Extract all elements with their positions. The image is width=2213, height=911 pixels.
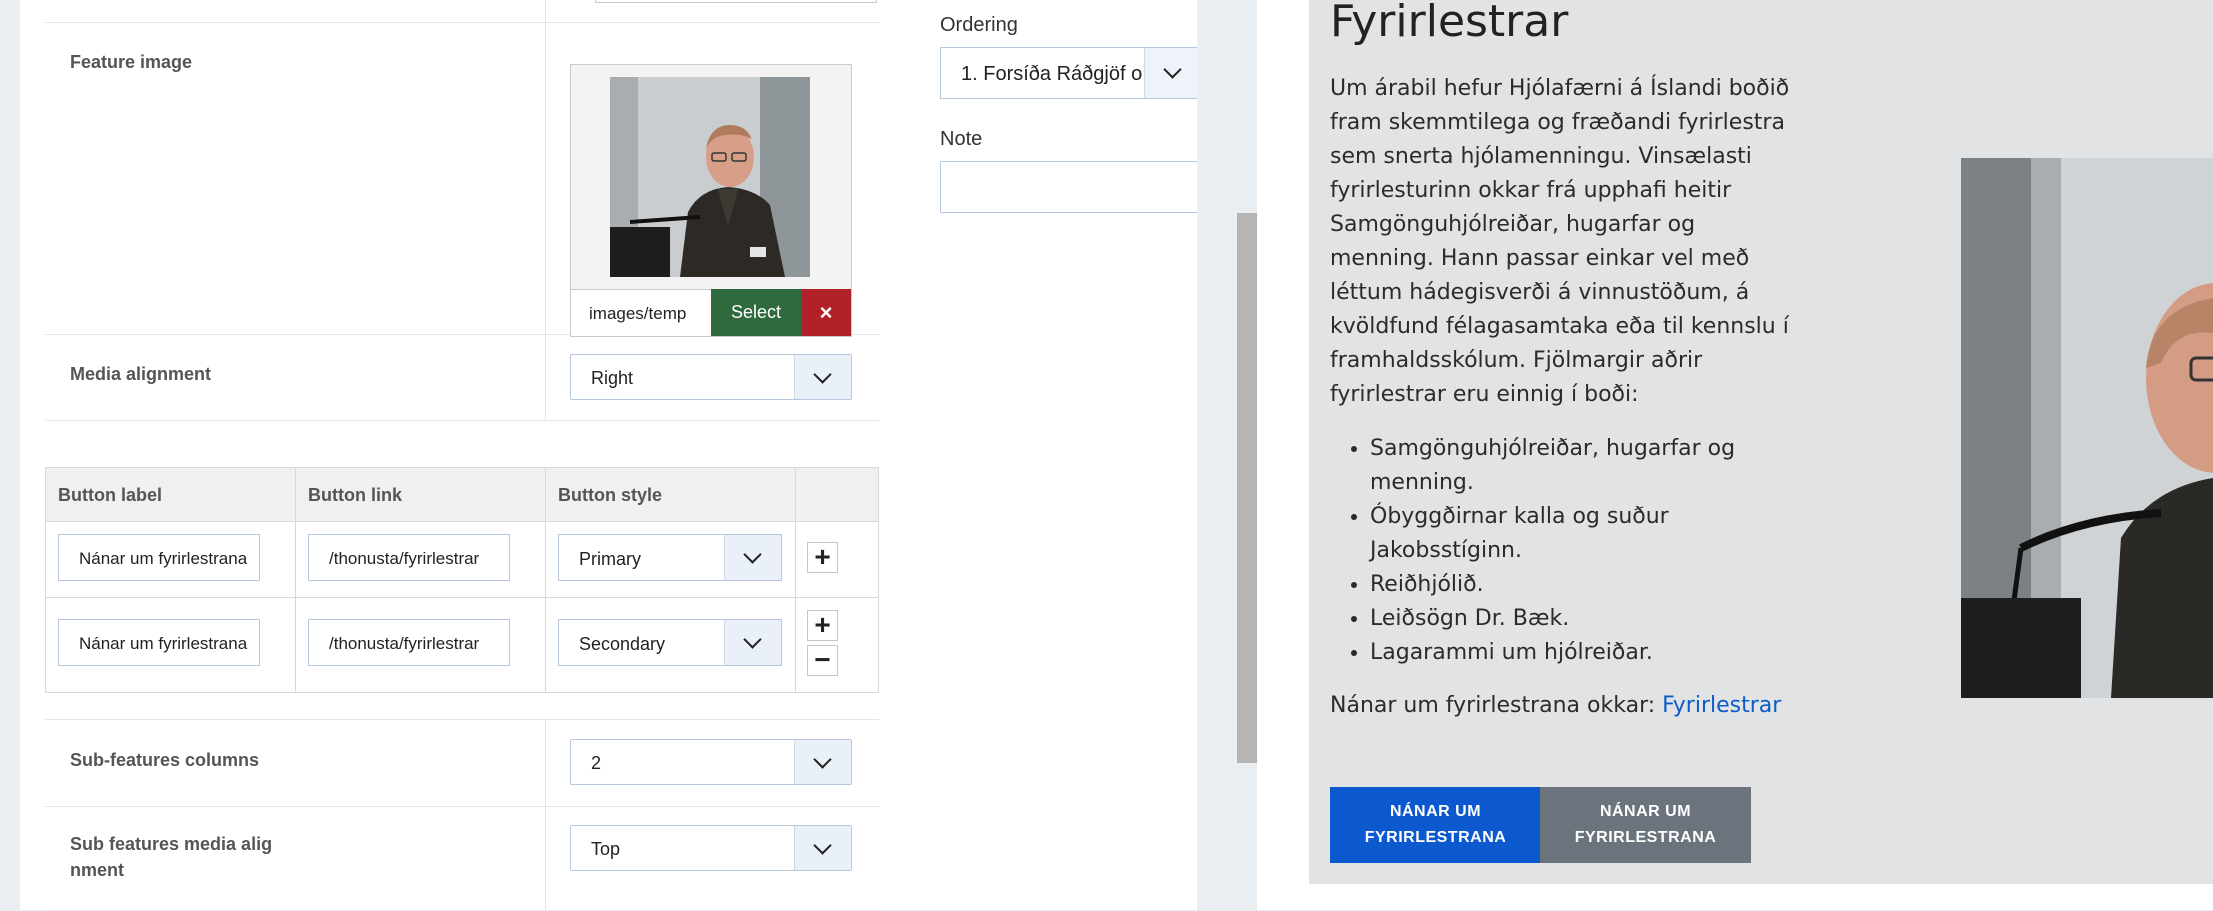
sub-features-media-alignment-select[interactable]: Top [570,825,852,871]
chevron-down-icon [724,535,781,580]
form-row-sub-features-media-alignment: Sub features media alig nment Top [45,806,879,911]
editor-panel: Feature image images/temp Select × Media… [20,0,1202,911]
note-input[interactable] [940,161,1202,213]
button-style-value: Primary [579,549,641,569]
add-row-button[interactable]: + [807,542,838,573]
preview-more-text: Nánar um fyrirlestrana okkar: [1330,693,1656,718]
button-link-input[interactable]: /thonusta/fyrirlestrar [308,534,510,581]
button-style-select[interactable]: Secondary [558,619,782,666]
buttons-table-header: Button label Button link Button style [46,468,878,522]
note-label: Note [940,128,983,150]
chevron-down-icon [794,740,851,784]
header-button-link: Button link [308,485,402,505]
form-row-partial [45,0,879,23]
ordering-value: 1. Forsíða Ráðgjöf o [961,63,1143,85]
buttons-table: Button label Button link Button style Ná… [45,467,879,693]
button-link-value: /thonusta/fyrirlestrar [329,634,480,653]
sub-features-columns-label: Sub-features columns [70,750,260,770]
list-item: Leiðsögn Dr. Bæk. [1370,602,1790,636]
table-divider [295,468,296,692]
clear-image-button[interactable]: × [801,289,851,336]
button-label-input[interactable]: Nánar um fyrirlestrana [58,534,260,581]
preview-body-text: Um árabil hefur Hjólafærni á Íslandi boð… [1330,76,1790,407]
header-button-label: Button label [58,485,162,505]
sub-features-columns-value: 2 [591,753,602,773]
preview-more-link[interactable]: Fyrirlestrar [1662,693,1781,718]
column-divider [545,0,546,22]
media-alignment-label: Media alignment [70,364,212,384]
select-image-button[interactable]: Select [711,289,801,336]
preview-secondary-button[interactable]: NÁNAR UM FYRIRLESTRANA [1540,787,1751,863]
button-link-input[interactable]: /thonusta/fyrirlestrar [308,619,510,666]
preview-title: Fyrirlestrar [1330,0,1569,47]
sub-features-media-alignment-label: Sub features media alig nment [70,834,273,880]
column-divider [545,720,546,806]
table-divider [545,468,546,692]
button-label-value: Nánar um fyrirlestrana [79,549,248,568]
preview-primary-button[interactable]: NÁNAR UM FYRIRLESTRANA [1330,787,1541,863]
header-button-style: Button style [558,485,663,505]
list-item: Reiðhjólið. [1370,568,1790,602]
scrollbar-thumb[interactable] [1237,213,1257,763]
list-item: Lagarammi um hjólreiðar. [1370,636,1790,670]
ordering-label: Ordering [940,14,1018,36]
remove-row-button[interactable]: − [807,645,838,676]
column-divider [545,334,546,420]
sub-features-media-alignment-value: Top [591,839,621,859]
chevron-down-icon [724,620,781,665]
preview-more-line: Nánar um fyrirlestrana okkar: Fyrirlestr… [1330,693,1781,718]
ordering-select[interactable]: 1. Forsíða Ráðgjöf o [940,47,1202,99]
feature-image-field: images/temp Select × [570,64,852,337]
button-link-value: /thonusta/fyrirlestrar [329,549,480,568]
form-row-media-alignment: Media alignment Right [45,334,879,421]
button-label-value: Nánar um fyrirlestrana [79,634,248,653]
table-divider [795,468,796,692]
preview-panel: Fyrirlestrar Um árabil hefur Hjólafærni … [1257,0,2213,910]
media-alignment-select[interactable]: Right [570,354,852,400]
form-row-sub-features-columns: Sub-features columns 2 [45,719,879,807]
preview-feature-image [1961,158,2213,698]
button-label-input[interactable]: Nánar um fyrirlestrana [58,619,260,666]
preview-card: Fyrirlestrar Um árabil hefur Hjólafærni … [1309,0,2213,884]
button-style-value: Secondary [579,634,666,654]
media-alignment-value: Right [591,368,634,388]
preview-list: Samgönguhjólreiðar, hugarfar og menning.… [1330,432,1790,670]
chevron-down-icon [794,826,851,870]
speaker-photo [610,77,810,277]
sub-features-columns-select[interactable]: 2 [570,739,852,785]
button-style-select[interactable]: Primary [558,534,782,581]
chevron-down-icon [794,355,851,399]
image-path-input[interactable]: images/temp [571,289,711,336]
list-item: Óbyggðirnar kalla og suður Jakobsstíginn… [1370,500,1790,568]
table-divider [46,597,878,598]
column-divider [545,806,546,910]
feature-image-preview [610,77,810,277]
chevron-down-icon [1144,48,1201,98]
partial-field[interactable] [595,0,877,3]
list-item: Samgönguhjólreiðar, hugarfar og menning. [1370,432,1790,500]
add-row-button[interactable]: + [807,610,838,641]
column-divider [545,22,546,334]
image-path-value: images/temp [589,304,687,323]
feature-image-label: Feature image [70,52,193,72]
form-row-feature-image: Feature image images/temp Select × [45,22,879,337]
speaker-photo-large [1961,158,2213,698]
